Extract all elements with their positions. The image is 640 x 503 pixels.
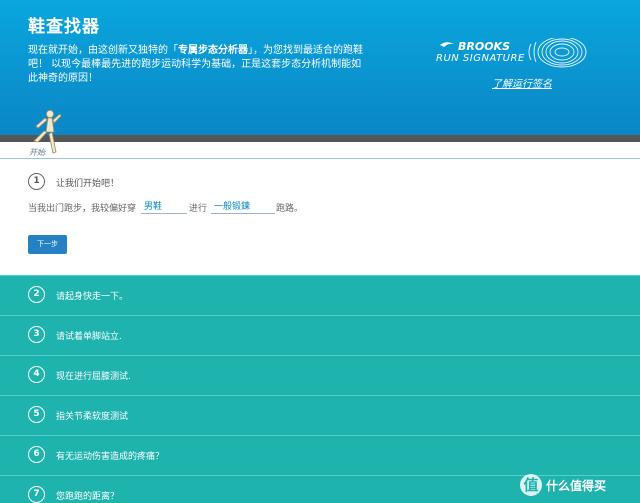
step-label: 请起身快走一下。 [56, 292, 129, 302]
page-title: 鞋查找器 [28, 17, 100, 37]
step-row-2[interactable]: 2 请起身快走一下。 [0, 275, 640, 315]
step-label: 指关节柔软度测试 [56, 412, 129, 422]
steps-list: 2 请起身快走一下。 3 请试着单脚站立. 4 现在进行屈膝测试. 5 指关节柔… [0, 275, 640, 503]
watermark: 值 什么值得买 [520, 474, 636, 498]
desc-highlight: 专属步态分析器 [178, 45, 248, 56]
step-label: 有无运动伤害造成的疼痛？ [56, 452, 165, 462]
step-label: 现在进行屈膝测试. [56, 372, 131, 382]
watermark-icon: 值 [520, 474, 542, 496]
step-label: 请试着单脚站立. [56, 332, 122, 342]
run-signature-link[interactable]: 了解运行签名 [492, 75, 552, 90]
watermark-text: 什么值得买 [546, 479, 607, 493]
step-label: 您跑跑的距离？ [56, 492, 120, 502]
progress-bar [0, 135, 640, 142]
preference-sentence: 当我出门跑步，我较偏好穿 男鞋 进行 一般锻鍊 跑路。 [28, 201, 628, 217]
step-1-panel: 1 让我们开始吧！ 当我出门跑步，我较偏好穿 男鞋 进行 一般锻鍊 跑路。 下一… [0, 159, 640, 275]
step-number: 5 [28, 406, 45, 423]
start-label: 开始 [29, 148, 45, 157]
step-number: 6 [28, 446, 45, 463]
sentence-part-1: 当我出门跑步，我较偏好穿 [28, 204, 137, 214]
step-row-3[interactable]: 3 请试着单脚站立. [0, 315, 640, 355]
header-banner: 鞋查找器 现在就开始，由这创新又独特的「专属步态分析器」，为您找到最适合的跑鞋吧… [0, 0, 640, 135]
desc-before: 现在就开始，由这创新又独特的「 [28, 45, 178, 56]
step-number: 4 [28, 366, 45, 383]
step-title: 让我们开始吧！ [56, 179, 120, 189]
logo-brand: BROOKS [458, 40, 511, 53]
step-row-4[interactable]: 4 现在进行屈膝测试. [0, 355, 640, 395]
brooks-logo: BROOKS RUN SIGNATURE 了解运行签名 [432, 38, 612, 92]
step-number: 2 [28, 286, 45, 303]
step-row-5[interactable]: 5 指关节柔软度测试 [0, 395, 640, 435]
gender-select[interactable]: 男鞋 [141, 199, 187, 214]
step-number: 7 [28, 486, 45, 503]
logo-subtitle: RUN SIGNATURE [436, 53, 525, 64]
next-button[interactable]: 下一步 [28, 235, 67, 254]
sentence-part-3: 跑路。 [276, 204, 304, 214]
step-row-6[interactable]: 6 有无运动伤害造成的疼痛？ [0, 435, 640, 475]
step-number: 1 [28, 173, 45, 190]
run-type-select[interactable]: 一般锻鍊 [211, 199, 275, 214]
step-number: 3 [28, 326, 45, 343]
sentence-part-2: 进行 [189, 204, 208, 214]
header-description: 现在就开始，由这创新又独特的「专属步态分析器」，为您找到最适合的跑鞋吧！ 以现今… [28, 44, 368, 86]
